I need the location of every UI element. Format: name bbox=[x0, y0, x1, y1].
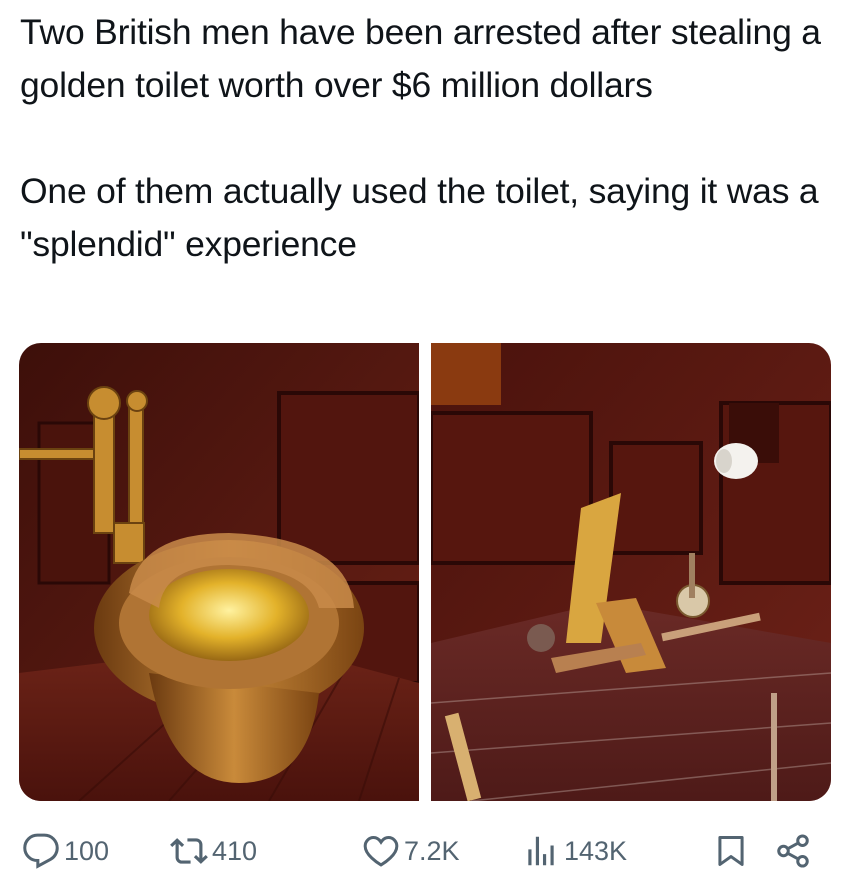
reply-button[interactable]: 100 bbox=[22, 832, 109, 870]
like-count: 7.2K bbox=[404, 835, 460, 866]
golden-toilet-photo[interactable] bbox=[19, 343, 419, 801]
views-button[interactable]: 143K bbox=[522, 832, 627, 870]
views-icon bbox=[528, 836, 554, 866]
tweet-text: Two British men have been arrested after… bbox=[20, 6, 850, 271]
reply-count: 100 bbox=[64, 835, 110, 866]
bookmark-icon bbox=[718, 836, 744, 866]
tweet-text-paragraph-2: One of them actually used the toilet, sa… bbox=[20, 171, 819, 264]
views-count: 143K bbox=[564, 835, 628, 866]
share-button[interactable] bbox=[774, 832, 812, 870]
tweet-text-paragraph-1: Two British men have been arrested after… bbox=[20, 12, 821, 105]
damaged-bathroom-illustration bbox=[431, 343, 831, 801]
retweet-count: 410 bbox=[212, 835, 258, 866]
media-grid bbox=[19, 343, 831, 801]
golden-toilet-illustration bbox=[19, 343, 419, 801]
reply-icon bbox=[23, 833, 59, 869]
retweet-button[interactable]: 410 bbox=[170, 832, 257, 870]
like-button[interactable]: 7.2K bbox=[362, 832, 460, 870]
heart-icon bbox=[363, 836, 399, 867]
tweet-actions: 100 410 7.2K 143K bbox=[22, 828, 822, 874]
bookmark-button[interactable] bbox=[712, 832, 750, 870]
retweet-icon bbox=[170, 838, 208, 864]
share-icon bbox=[777, 834, 809, 868]
damaged-bathroom-photo[interactable] bbox=[431, 343, 831, 801]
